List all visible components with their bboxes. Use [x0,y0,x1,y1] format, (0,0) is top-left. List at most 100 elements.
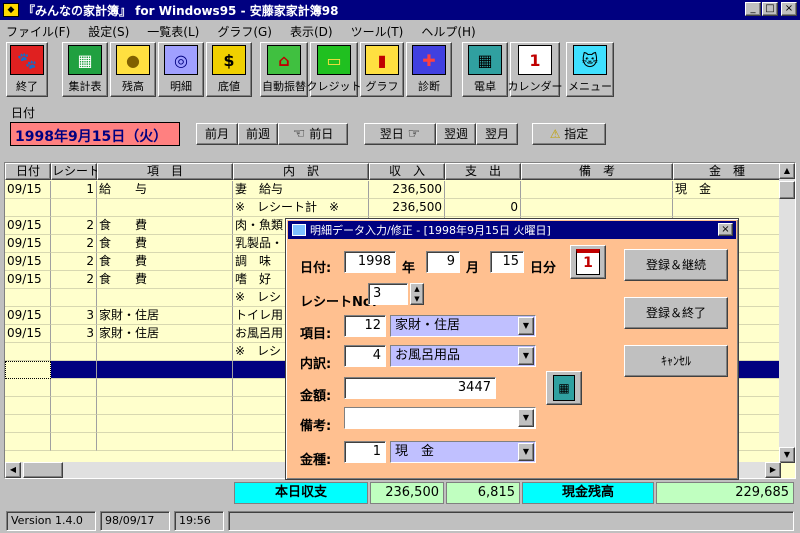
cell-item[interactable] [97,343,233,361]
cell-receipt[interactable] [51,289,97,307]
cell-date[interactable]: 09/15 [5,307,51,325]
cell-empty[interactable] [5,433,51,451]
cell-detail[interactable]: ※ レシート計 ※ [233,199,369,217]
specify-date-button[interactable]: ⚠ 指定 [532,123,606,145]
table-row[interactable]: ※ レシート計 ※ 236,500 0 [5,199,781,217]
cell-date[interactable] [5,199,51,217]
prev-month-button[interactable]: 前月 [196,123,238,145]
col-memo[interactable]: 備 考 [521,163,673,180]
cell-memo[interactable] [521,181,673,199]
month-input[interactable]: 9 [426,251,460,273]
detail-code-input[interactable]: 4 [344,345,386,367]
day-input[interactable]: 15 [490,251,524,273]
register-continue-button[interactable]: 登録＆継続 [624,249,728,281]
cell-receipt[interactable] [51,361,97,379]
cell-receipt[interactable]: 3 [51,307,97,325]
cell-empty[interactable] [5,397,51,415]
cell-item[interactable]: 食 費 [97,217,233,235]
kind-code-input[interactable]: 1 [344,441,386,463]
dialog-close-button[interactable]: × [718,223,733,236]
cell-receipt[interactable]: 2 [51,217,97,235]
cell-empty[interactable] [97,433,233,451]
cell-empty[interactable] [5,415,51,433]
menu-view[interactable]: 表示(D) [290,23,333,40]
cell-empty[interactable] [51,415,97,433]
menu-file[interactable]: ファイル(F) [6,23,70,40]
cell-date[interactable]: 09/15 [5,253,51,271]
cell-empty[interactable] [51,397,97,415]
chevron-down-icon[interactable]: ▼ [518,409,534,427]
detail-select[interactable]: お風呂用品 ▼ [390,345,536,367]
year-input[interactable]: 1998 [344,251,396,273]
cell-kind[interactable] [673,199,781,217]
exit-button[interactable]: 🐾 終了 [6,42,48,97]
cell-empty[interactable] [97,415,233,433]
cell-income[interactable]: 236,500 [369,181,445,199]
cell-date[interactable]: 09/15 [5,325,51,343]
cell-empty[interactable] [97,397,233,415]
cell-date[interactable]: 09/15 [5,181,51,199]
auto-transfer-button[interactable]: ⌂ 自動振替 [260,42,308,97]
kind-select[interactable]: 現 金 ▼ [390,441,536,463]
col-kind[interactable]: 金 種 [673,163,781,180]
cell-date[interactable]: 09/15 [5,271,51,289]
lowest-price-button[interactable]: $ 底値 [206,42,252,97]
hscroll-thumb[interactable] [23,462,63,478]
credit-button[interactable]: ▭ クレジット [307,42,362,97]
table-row[interactable]: 09/15 1 給 与妻 給与 236,500 現 金 [5,181,781,199]
menu-settings[interactable]: 設定(S) [88,23,129,40]
menu-button[interactable]: 🐱 メニュー [566,42,614,97]
cell-date[interactable]: 09/15 [5,235,51,253]
cell-date[interactable]: 09/15 [5,217,51,235]
cell-empty[interactable] [97,379,233,397]
col-expense[interactable]: 支 出 [445,163,521,180]
cell-item[interactable]: 家財・住居 [97,325,233,343]
cell-empty[interactable] [5,379,51,397]
cell-expense[interactable]: 0 [445,199,521,217]
cell-item[interactable] [97,199,233,217]
balance-button[interactable]: ● 残高 [110,42,156,97]
cell-receipt[interactable]: 2 [51,235,97,253]
close-button[interactable]: × [781,2,797,16]
cell-receipt[interactable] [51,199,97,217]
cancel-button[interactable]: ｷｬﾝｾﾙ [624,345,728,377]
cell-receipt[interactable]: 3 [51,325,97,343]
detail-button[interactable]: ◎ 明細 [158,42,204,97]
chevron-down-icon[interactable]: ▼ [518,347,534,365]
cell-item[interactable] [97,361,233,379]
vertical-scrollbar[interactable]: ▲ ▼ [779,163,795,463]
col-detail[interactable]: 内 訳 [233,163,369,180]
menu-list[interactable]: 一覧表(L) [147,23,199,40]
scroll-up-button[interactable]: ▲ [779,163,795,179]
next-day-button[interactable]: 翌日 ☞ [364,123,436,145]
receipt-input[interactable]: 3 [368,283,408,305]
diagnosis-button[interactable]: ✚ 診断 [406,42,452,97]
minimize-button[interactable]: _ [745,2,761,16]
app-icon[interactable]: ◆ [3,3,19,17]
cell-empty[interactable] [51,379,97,397]
current-date[interactable]: 1998年9月15日（火） [10,122,180,146]
memo-select[interactable]: ▼ [344,407,536,429]
calendar-button[interactable]: 1 カレンダー [508,42,563,97]
item-code-input[interactable]: 12 [344,315,386,337]
menu-tools[interactable]: ツール(T) [351,23,404,40]
next-week-button[interactable]: 翌週 [436,123,476,145]
scroll-thumb[interactable] [779,181,795,199]
item-select[interactable]: 家財・住居 ▼ [390,315,536,337]
scroll-right-button[interactable]: ▶ [765,462,781,478]
cell-receipt[interactable] [51,343,97,361]
register-finish-button[interactable]: 登録＆終了 [624,297,728,329]
cell-item[interactable]: 食 費 [97,271,233,289]
scroll-down-button[interactable]: ▼ [779,447,795,463]
next-month-button[interactable]: 翌月 [476,123,518,145]
cell-date[interactable] [5,361,51,379]
menu-help[interactable]: ヘルプ(H) [421,23,475,40]
cell-receipt[interactable]: 2 [51,271,97,289]
cell-income[interactable]: 236,500 [369,199,445,217]
col-income[interactable]: 収 入 [369,163,445,180]
graph-button[interactable]: ▮ グラフ [360,42,404,97]
maximize-button[interactable]: □ [762,2,778,16]
dialog-calendar-button[interactable]: 1 [570,245,606,279]
cell-receipt[interactable]: 1 [51,181,97,199]
cell-detail[interactable]: 妻 給与 [233,181,369,199]
